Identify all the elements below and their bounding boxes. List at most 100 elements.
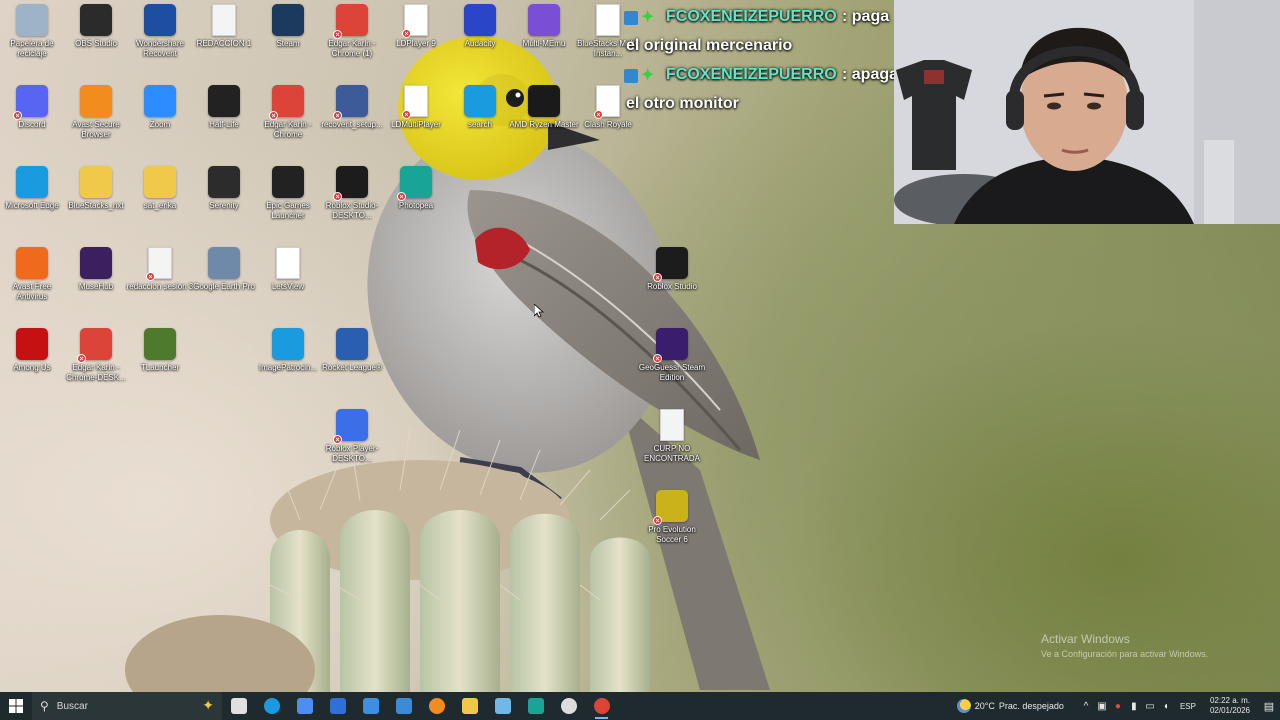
speaker-icon[interactable]: ◖ [1158,701,1174,712]
desktop-icon-epic-games[interactable]: Epic Games Launcher [256,162,320,240]
desktop-icon-edgar-chrome-desk[interactable]: × Edgar Karin - Chrome-DESK... [64,324,128,402]
desktop-icon-discord[interactable]: × Discord [0,81,64,159]
desktop-icon-label: Clash Royale [584,120,632,129]
taskbar-app-task-view[interactable] [222,692,255,720]
taskbar-app-notepad[interactable] [486,692,519,720]
desktop-icon-ms-edge[interactable]: Microsoft Edge [0,162,64,240]
roblox-icon: × [333,166,368,201]
desktop-icon-amd-ryzen[interactable]: AMD Ryzen Master [509,81,579,159]
desktop-icon-sat-erika[interactable]: sat_erika [128,162,192,240]
desktop-icon-photopea[interactable]: × Photopea [384,162,448,240]
taskbar-app-mail[interactable] [321,692,354,720]
desktop-icon-wondershare[interactable]: Wondershare Recoverit [128,0,192,78]
desktop-icon-label: OBS Studio [75,39,117,48]
notification-center-icon[interactable]: ▤ [1258,700,1280,713]
desktop-icon-label: Edgar Karin - Chrome-DESK... [66,363,126,382]
desktop-icon-serenity[interactable]: Serenity [192,162,256,240]
taskbar-app-avast-browser[interactable] [420,692,453,720]
shortcut-error-icon: × [13,111,22,120]
desktop-icon-search[interactable]: search [448,81,512,159]
taskbar-app-vscode[interactable] [387,692,420,720]
desktop-icon-label: Roblox Studio [647,282,697,291]
desktop-icon-musehub[interactable]: MuseHub [64,243,128,321]
desktop-icon-curp[interactable]: CURP NO ENCONTRADA [640,405,704,483]
desktop-icon-rocket-league[interactable]: Rocket League® [320,324,384,402]
desktop-icon-roblox-studio[interactable]: × Roblox Studio [640,243,704,321]
desktop-icon-bluestacks-nxt[interactable]: BlueStacks_nxt [64,162,128,240]
taskbar-app-store[interactable] [354,692,387,720]
desktop-icon-label: Avast Free Antivirus [12,282,52,301]
tray-record-icon[interactable]: ● [1110,701,1126,712]
webcam-feed [894,0,1280,224]
file-icon: × [402,85,428,119]
desktop-icon-multimemu[interactable]: Multi-MEmu [512,0,576,78]
desktop-icon-among-us[interactable]: Among Us [0,324,64,402]
taskbar-apps [222,692,618,720]
desktop-icon-recoverit-setup[interactable]: × recoverit_setup... [320,81,384,159]
desktop-icon-edgar-chrome-1[interactable]: × Edgar Karin - Chrome (1) [320,0,384,78]
desktop-icon-letsview[interactable]: LetsView [256,243,320,321]
desktop-icon-audacity[interactable]: Audacity [448,0,512,78]
desktop-icon-obs-studio[interactable]: OBS Studio [64,0,128,78]
copilot-icon [296,698,313,714]
taskbar-app-chrome[interactable] [585,692,618,720]
desktop-icon-label: sat_erika [143,201,177,210]
desktop-icon-tlauncher[interactable]: TLauncher [128,324,192,402]
desktop-icon-zoom[interactable]: Zoom [128,81,192,159]
obs-icon [80,4,112,36]
taskbar-app-obs[interactable] [552,692,585,720]
desktop-icon-roblox-player[interactable]: × Roblox Player-DESKTO... [320,405,384,483]
show-hidden-icons-chevron-icon[interactable]: ^ [1078,701,1094,712]
wondershare-icon [144,4,176,36]
roblox-icon: × [653,247,688,282]
taskbar-app-file-explorer[interactable] [453,692,486,720]
desktop-icon-redaccion-sesion[interactable]: × redaccion sesion 3 [127,243,193,321]
plus-badge-icon: ✦ [641,9,655,26]
language-indicator[interactable]: ESP [1180,702,1196,711]
earth-icon [208,247,240,279]
desktop-icon-edgar-chrome[interactable]: × Edgar Karin - Chrome [256,81,320,159]
shortcut-error-icon: × [653,354,662,363]
edge-icon [464,85,496,117]
desktop-icon-imagepatrocin[interactable]: ImagePatrocin... [256,324,320,402]
microphone-icon[interactable]: ▮ [1126,701,1142,712]
desktop-icon-label: Wondershare Recoverit [136,39,184,58]
taskbar-search-box[interactable]: ⚲ Buscar ✦ [32,692,222,720]
desktop-icon-redaccion1[interactable]: REDACCION 1 [192,0,256,78]
start-button[interactable] [0,692,32,720]
desktop-icon-label: Among Us [13,363,51,372]
desktop[interactable]: Papelera de reciclaje OBS Studio Wondersha… [0,0,1280,692]
mail-icon [329,698,346,714]
desktop-icon-pes6[interactable]: × Pro Evolution Soccer 6 [640,486,704,564]
taskbar-app-edge[interactable] [255,692,288,720]
weather-widget[interactable]: 20°C Prac. despejado [956,699,1064,713]
taskbar-app-photopea[interactable] [519,692,552,720]
desktop-icon-recycle-bin[interactable]: Papelera de reciclaje [0,0,64,78]
windows-logo-icon [9,699,23,713]
desktop-icon-half-life[interactable]: Half-Life [192,81,256,159]
desktop-icon-label: TLauncher [140,363,180,372]
clock[interactable]: 02:22 a. m. 02/01/2026 [1210,696,1250,716]
chrome-icon [593,698,610,714]
network-icon[interactable]: ▭ [1142,701,1158,712]
desktop-icon-roblox-studio-desktop[interactable]: × Roblox Studio-DESKTO... [320,162,384,240]
activate-windows-watermark: Activar Windows Ve a Configuración para … [1041,632,1208,659]
desktop-icon-label: Papelera de reciclaje [10,39,54,58]
chat-text: : paga [842,8,890,25]
taskbar-app-copilot[interactable] [288,692,321,720]
avast-browser-icon [80,85,112,117]
file-icon: × [402,4,428,38]
tray-app-icon[interactable]: ▣ [1094,701,1110,712]
desktop-icon-label: recoverit_setup... [321,120,383,129]
desktop-icon-ldmultiplayer[interactable]: × LDMultiPlayer [384,81,448,159]
weather-desc: Prac. despejado [998,701,1064,711]
shortcut-error-icon: × [77,354,86,363]
desktop-icon-google-earth[interactable]: Google Earth Pro [192,243,256,321]
desktop-icon-avast-av[interactable]: Avast Free Antivirus [0,243,64,321]
desktop-icon-ldplayer9[interactable]: × LDPlayer 9 [384,0,448,78]
desktop-icon-geoguessr[interactable]: × GeoGuessr Steam Edition [639,324,705,402]
shortcut-error-icon: × [402,110,411,119]
desktop-icon-steam[interactable]: Steam [256,0,320,78]
desktop-icon-avast-browser[interactable]: Avast Secure Browser [64,81,128,159]
desktop-icon-clash-royale[interactable]: × Clash Royale [576,81,640,159]
